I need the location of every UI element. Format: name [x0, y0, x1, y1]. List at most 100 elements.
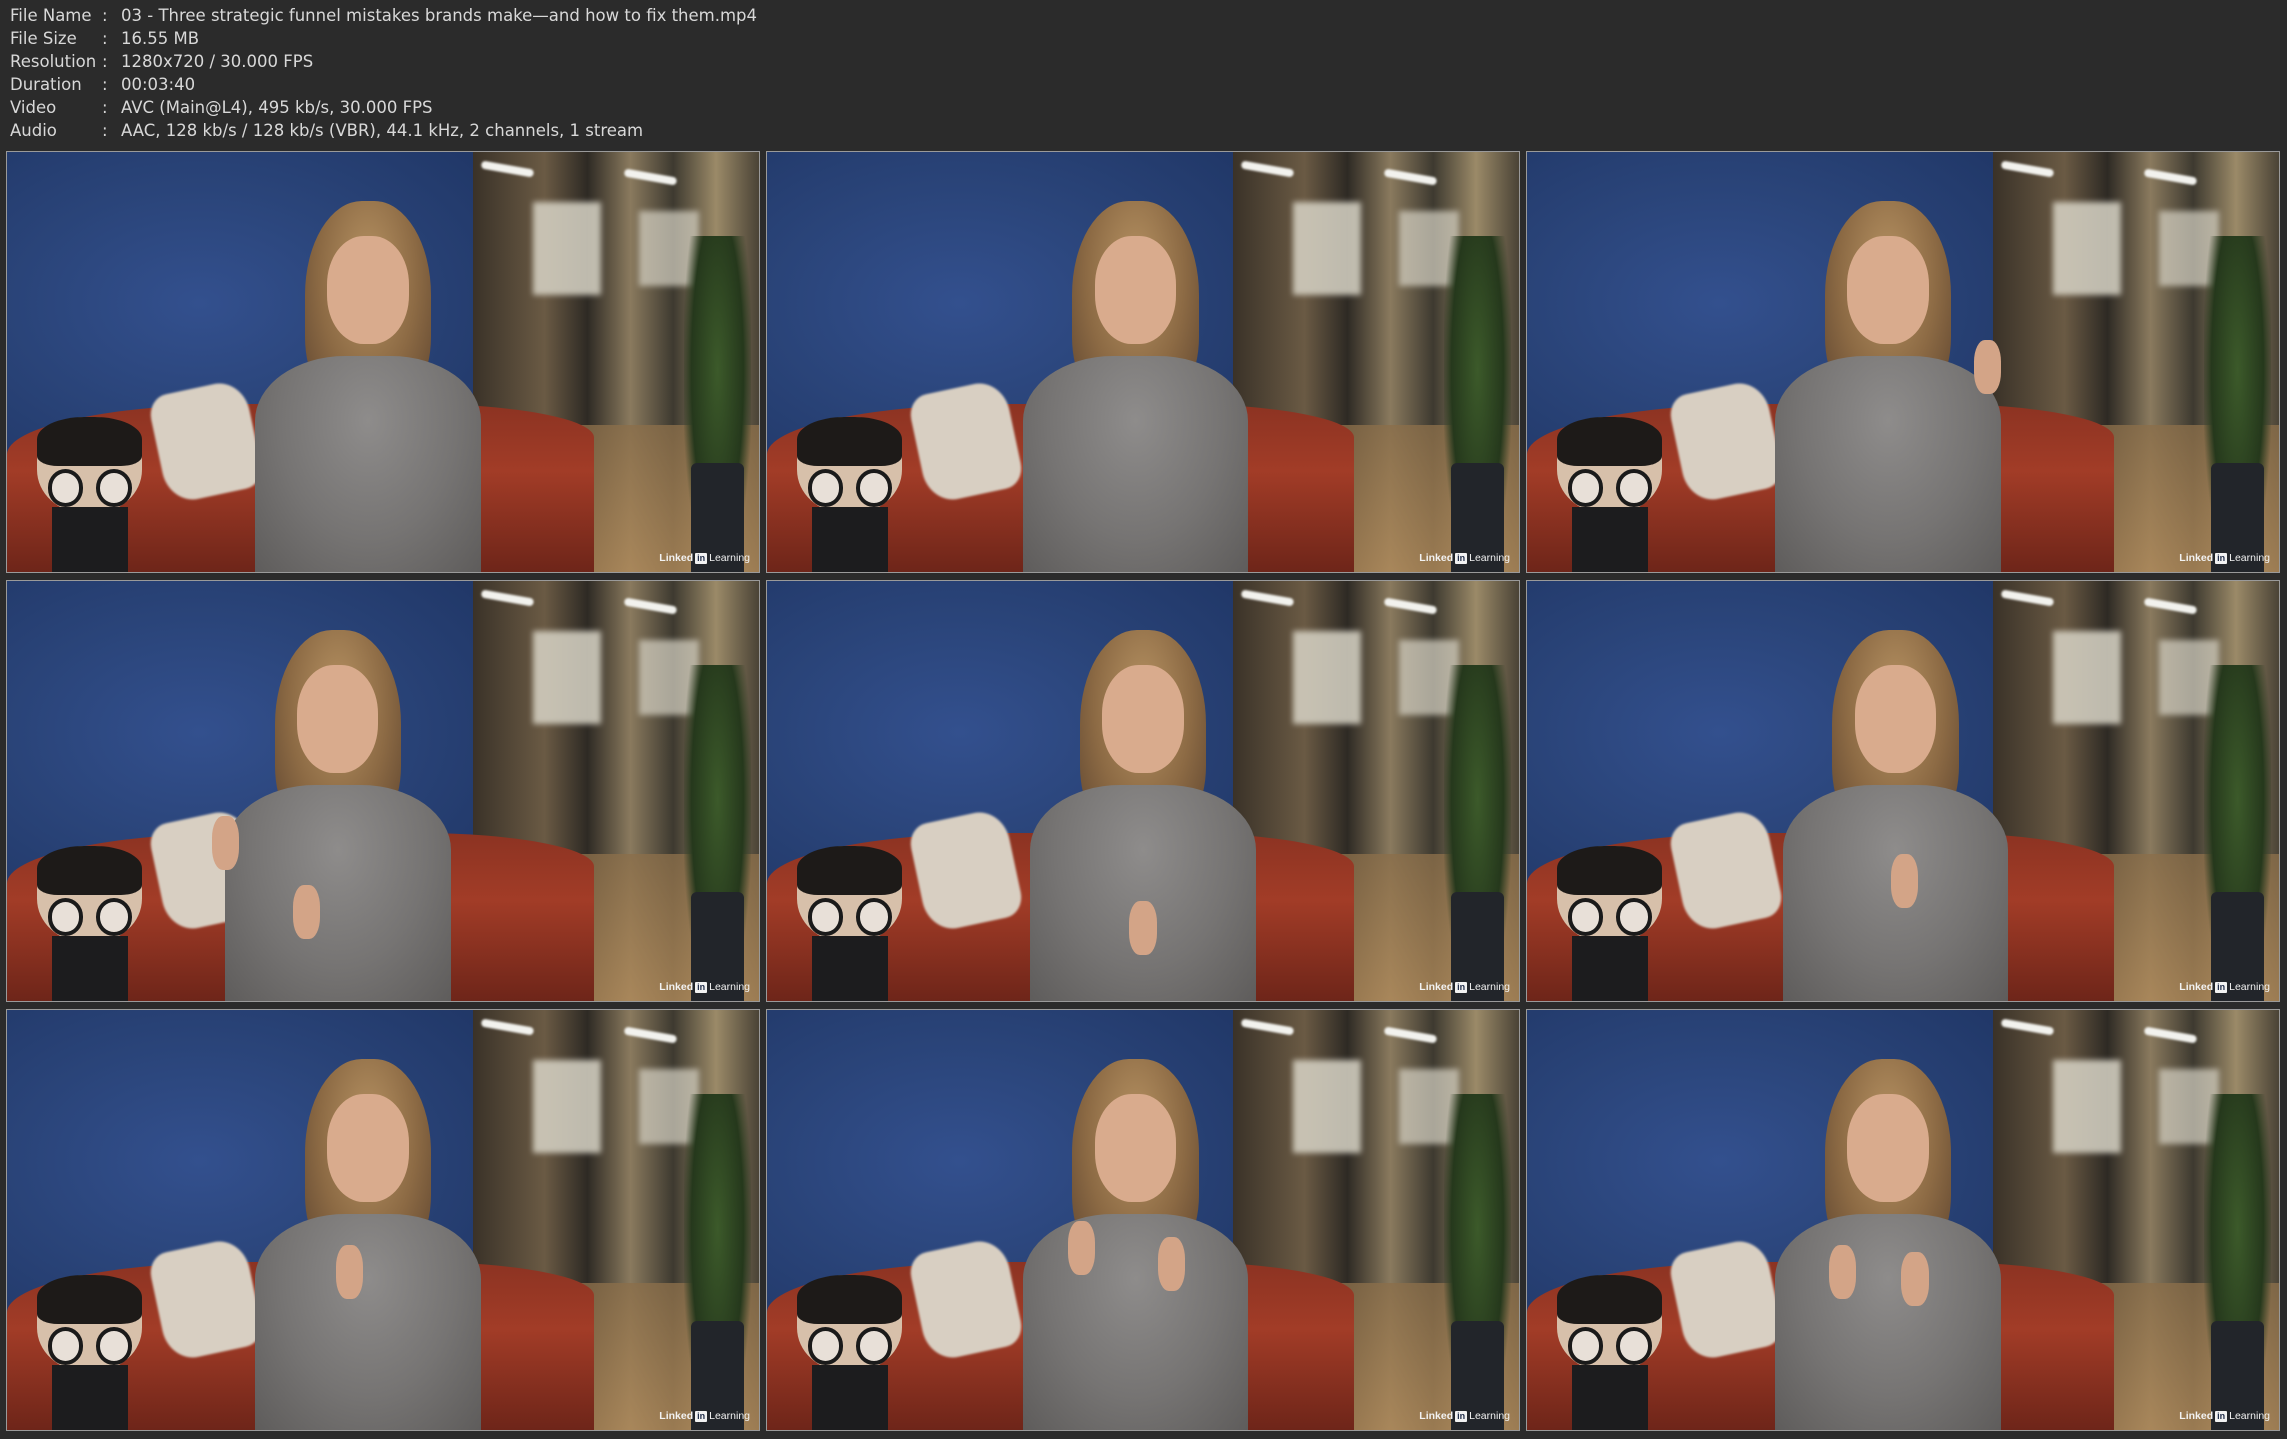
speaker-hand: [1890, 854, 1919, 909]
linkedin-icon: in: [2215, 552, 2228, 564]
watermark-linked: Linked: [2179, 981, 2214, 993]
linkedin-learning-watermark: Linked in Learning: [659, 552, 750, 564]
video-thumbnail[interactable]: Linked in Learning: [6, 580, 760, 1002]
figurine-glasses: [47, 1327, 84, 1365]
figurine-hair: [1557, 416, 1663, 467]
window-light: [533, 1060, 602, 1153]
watermark-linked: Linked: [1419, 1410, 1454, 1422]
figurine-body: [51, 506, 128, 572]
figurine-body: [811, 935, 888, 1001]
watermark-learning: Learning: [2229, 981, 2270, 993]
figurine-toy: [37, 1274, 143, 1430]
figurine-glasses: [856, 898, 892, 936]
speaker: [211, 615, 451, 1001]
metadata-value: 1280x720 / 30.000 FPS: [121, 52, 314, 71]
watermark-linked: Linked: [2179, 1410, 2214, 1422]
watermark-learning: Learning: [2229, 552, 2270, 564]
figurine-toy: [797, 416, 903, 572]
video-thumbnail[interactable]: Linked in Learning: [766, 1009, 1520, 1431]
linkedin-icon: in: [695, 981, 708, 993]
video-thumbnail[interactable]: Linked in Learning: [766, 151, 1520, 573]
video-thumbnail[interactable]: Linked in Learning: [6, 151, 760, 573]
linkedin-learning-watermark: Linked in Learning: [2179, 981, 2270, 993]
metadata-label: Duration: [10, 75, 82, 94]
figurine-glasses: [1567, 469, 1604, 507]
metadata-colon: :: [102, 52, 108, 71]
video-thumbnail[interactable]: Linked in Learning: [1526, 580, 2280, 1002]
figurine-hair: [1557, 845, 1663, 896]
speaker: [1775, 1044, 2001, 1430]
figurine-glasses: [856, 1327, 892, 1365]
video-thumbnail[interactable]: Linked in Learning: [766, 580, 1520, 1002]
figurine-glasses: [1567, 1327, 1604, 1365]
speaker-sweater: [1775, 1213, 2001, 1430]
speaker-face: [1094, 235, 1177, 345]
figurine-hair: [797, 1274, 903, 1325]
video-thumbnail[interactable]: Linked in Learning: [1526, 151, 2280, 573]
speaker: [255, 1044, 481, 1430]
figurine-glasses: [807, 898, 844, 936]
speaker-face: [327, 235, 409, 345]
figurine-toy: [1557, 845, 1663, 1001]
watermark-learning: Learning: [2229, 1410, 2270, 1422]
speaker-hand: [1067, 1221, 1095, 1276]
watermark-linked: Linked: [2179, 552, 2214, 564]
thumbnail-grid: Linked in Learning Linked in Learning Li…: [6, 151, 2281, 1433]
watermark-learning: Learning: [709, 981, 750, 993]
window-light: [2053, 1060, 2122, 1153]
metadata-value: AVC (Main@L4), 495 kb/s, 30.000 FPS: [121, 98, 433, 117]
figurine-hair: [37, 845, 143, 896]
window-light: [533, 202, 602, 295]
speaker-sweater: [1775, 355, 2001, 572]
figurine-toy: [37, 416, 143, 572]
linkedin-learning-watermark: Linked in Learning: [2179, 1410, 2270, 1422]
speaker-sweater: [1022, 355, 1249, 572]
speaker-face: [1094, 1093, 1177, 1203]
metadata-colon: :: [102, 6, 108, 25]
watermark-learning: Learning: [709, 552, 750, 564]
linkedin-icon: in: [2215, 1410, 2228, 1422]
metadata-value: 00:03:40: [121, 75, 196, 94]
speaker: [1775, 186, 2001, 572]
metadata-value: 16.55 MB: [121, 29, 200, 48]
figurine-glasses: [1616, 898, 1652, 936]
linkedin-icon: in: [1455, 552, 1468, 564]
metadata-row-file-name: File Name : 03 - Three strategic funnel …: [10, 4, 757, 27]
figurine-body: [51, 935, 128, 1001]
watermark-linked: Linked: [1419, 552, 1454, 564]
metadata-colon: :: [102, 75, 108, 94]
speaker-hand: [1901, 1252, 1929, 1307]
figurine-glasses: [47, 898, 84, 936]
figurine-hair: [1557, 1274, 1663, 1325]
metadata-colon: :: [102, 121, 108, 140]
watermark-learning: Learning: [1469, 552, 1510, 564]
speaker-sweater: [225, 784, 451, 1001]
metadata-row-duration: Duration : 00:03:40: [10, 73, 757, 96]
speaker-hand: [1973, 340, 2001, 395]
window-light: [1293, 1060, 1362, 1153]
metadata-value: AAC, 128 kb/s / 128 kb/s (VBR), 44.1 kHz…: [121, 121, 644, 140]
figurine-body: [1571, 1364, 1648, 1430]
window-light: [1293, 631, 1362, 724]
figurine-body: [1571, 935, 1648, 1001]
speaker-hand: [1829, 1244, 1857, 1299]
figurine-glasses: [1567, 898, 1604, 936]
linkedin-icon: in: [1455, 981, 1468, 993]
video-thumbnail[interactable]: Linked in Learning: [1526, 1009, 2280, 1431]
linkedin-icon: in: [2215, 981, 2228, 993]
figurine-glasses: [96, 898, 132, 936]
video-thumbnail[interactable]: Linked in Learning: [6, 1009, 760, 1431]
speaker-face: [1854, 664, 1937, 774]
linkedin-icon: in: [695, 1410, 708, 1422]
window-light: [1293, 202, 1362, 295]
figurine-glasses: [96, 469, 132, 507]
figurine-glasses: [47, 469, 84, 507]
metadata-row-audio: Audio : AAC, 128 kb/s / 128 kb/s (VBR), …: [10, 119, 757, 142]
linkedin-icon: in: [1455, 1410, 1468, 1422]
watermark-linked: Linked: [659, 552, 694, 564]
metadata-label: Audio: [10, 121, 57, 140]
speaker-hand: [211, 815, 239, 870]
metadata-value: 03 - Three strategic funnel mistakes bra…: [121, 6, 758, 25]
metadata-row-resolution: Resolution : 1280x720 / 30.000 FPS: [10, 50, 757, 73]
watermark-learning: Learning: [709, 1410, 750, 1422]
